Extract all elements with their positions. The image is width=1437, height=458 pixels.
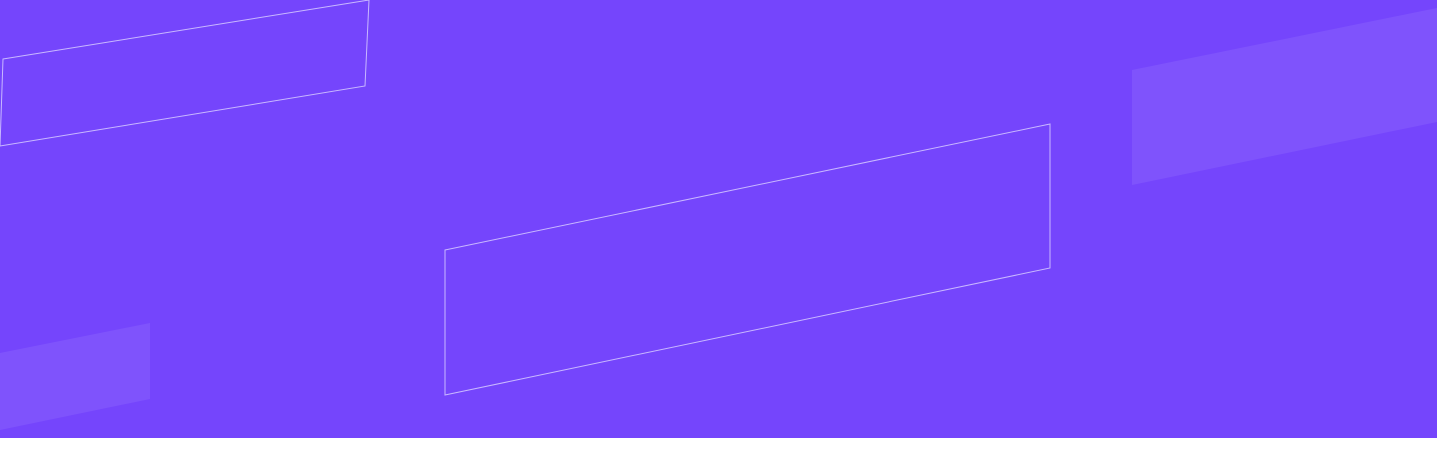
bottom-white-strip: [0, 438, 1437, 458]
decorative-banner: [0, 0, 1437, 438]
outlined-parallelogram-center: [444, 123, 1051, 396]
translucent-parallelogram-top-right: [1132, 8, 1437, 185]
outlined-parallelogram-top-left: [0, 0, 370, 147]
translucent-parallelogram-bottom-left: [0, 323, 150, 430]
banner-shapes: [0, 0, 1437, 430]
